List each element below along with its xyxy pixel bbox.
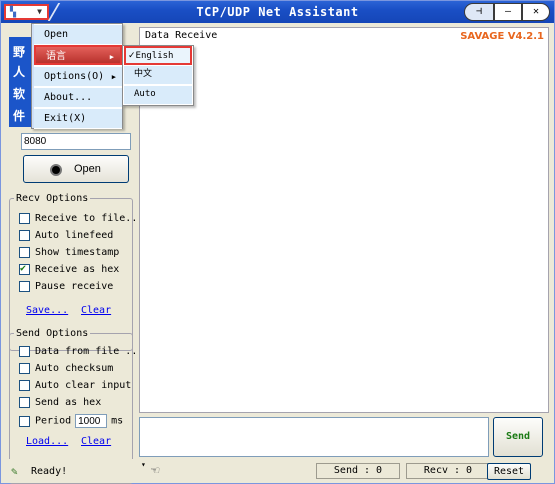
side-char: 人 <box>13 65 26 79</box>
menu-side-banner: 野 人 软 件 <box>9 37 31 127</box>
status-bar: ✎ Ready! ▾ ☜ Send : 0 Recv : 0 Reset <box>1 459 554 483</box>
status-icon: ✎ <box>11 465 18 478</box>
checkbox[interactable] <box>19 346 30 357</box>
option-send-as-hex[interactable]: Send as hex <box>19 397 101 411</box>
hand-pointer-icon[interactable]: ☜ <box>151 463 159 479</box>
submenu-arrow-icon: ▶ <box>111 73 116 81</box>
language-submenu: ✓English 中文 Auto <box>122 45 194 106</box>
side-char: 野 <box>13 45 26 59</box>
app-window: ▚ ▼ TCP/UDP Net Assistant ⊣ — ✕ Open Rec… <box>0 0 555 484</box>
option-receive-to-file[interactable]: Receive to file... <box>19 213 143 227</box>
checkbox-checked[interactable] <box>19 263 30 275</box>
checkbox[interactable] <box>19 247 30 258</box>
option-auto-clear-input[interactable]: Auto clear input <box>19 380 131 394</box>
language-chinese[interactable]: 中文 <box>124 66 192 85</box>
option-auto-linefeed[interactable]: Auto linefeed <box>19 230 113 244</box>
option-show-timestamp[interactable]: Show timestamp <box>19 247 119 261</box>
pin-button[interactable]: ⊣ <box>464 3 494 21</box>
submenu-arrow-icon: ▶ <box>109 53 114 61</box>
recv-options-legend: Recv Options <box>16 193 89 204</box>
data-receive-area[interactable] <box>139 27 549 413</box>
small-caret-icon: ▾ <box>141 460 146 469</box>
send-options-legend: Send Options <box>16 328 89 339</box>
menu-item-about[interactable]: About... <box>34 88 122 108</box>
language-english[interactable]: ✓English <box>124 46 192 65</box>
checkbox[interactable] <box>19 380 30 391</box>
menu-item-options[interactable]: Options(O) ▶ <box>34 67 122 87</box>
option-period[interactable]: Periodms <box>19 414 123 428</box>
menu-item-exit[interactable]: Exit(X) <box>34 109 122 129</box>
option-auto-checksum[interactable]: Auto checksum <box>19 363 113 377</box>
open-button[interactable]: Open <box>23 155 129 183</box>
data-receive-legend: Data Receive <box>144 30 219 41</box>
load-link[interactable]: Load... <box>26 436 68 447</box>
language-auto[interactable]: Auto <box>124 86 192 105</box>
checkbox[interactable] <box>19 397 30 408</box>
recv-counter: Recv : 0 <box>406 463 490 479</box>
minimize-button[interactable]: — <box>494 3 522 21</box>
period-input[interactable] <box>75 414 108 428</box>
send-input[interactable] <box>139 417 489 457</box>
send-button[interactable]: Send <box>493 417 543 457</box>
status-led-icon <box>50 164 62 176</box>
clear-receive-link[interactable]: Clear <box>81 305 111 316</box>
minimize-icon: — <box>504 6 512 17</box>
checkbox[interactable] <box>19 415 30 427</box>
side-char: 软 <box>13 87 26 101</box>
open-button-label: Open <box>74 163 101 175</box>
close-icon: ✕ <box>532 6 540 17</box>
option-receive-as-hex[interactable]: Receive as hex <box>19 263 119 278</box>
checkbox[interactable] <box>19 213 30 224</box>
clear-send-link[interactable]: Clear <box>81 436 111 447</box>
option-data-from-file[interactable]: Data from file ... <box>19 346 143 360</box>
save-link[interactable]: Save... <box>26 305 68 316</box>
system-menu: Open 语言 ▶ Options(O) ▶ About... Exit(X) <box>31 23 123 129</box>
menu-item-open[interactable]: Open <box>34 25 122 45</box>
menu-item-language[interactable]: 语言 ▶ <box>34 45 122 65</box>
checkbox[interactable] <box>19 363 30 374</box>
side-char: 件 <box>13 109 26 123</box>
port-input[interactable] <box>21 133 131 150</box>
option-pause-receive[interactable]: Pause receive <box>19 281 113 295</box>
close-button[interactable]: ✕ <box>522 3 550 21</box>
checkmark-icon: ✓ <box>128 51 136 61</box>
send-counter: Send : 0 <box>316 463 400 479</box>
brand-label: SAVAGE V4.2.1 <box>460 31 544 42</box>
title-bar: ▚ ▼ TCP/UDP Net Assistant ⊣ — ✕ <box>1 1 554 23</box>
checkbox[interactable] <box>19 230 30 241</box>
status-text: Ready! <box>31 466 68 477</box>
pin-icon: ⊣ <box>475 6 483 17</box>
reset-button[interactable]: Reset <box>487 463 531 480</box>
checkbox[interactable] <box>19 281 30 292</box>
